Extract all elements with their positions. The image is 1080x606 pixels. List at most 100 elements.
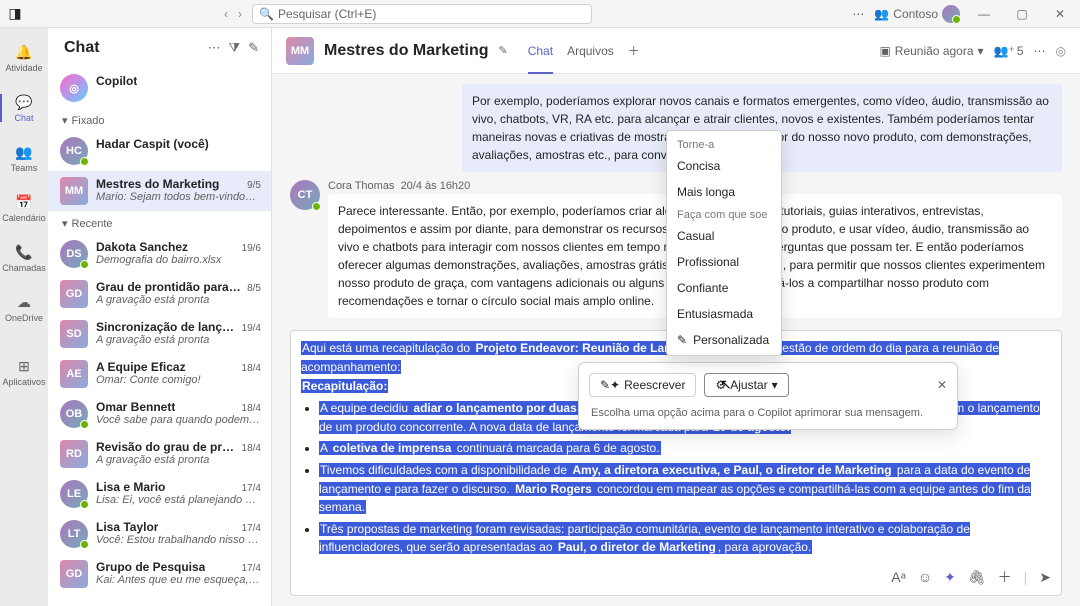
rail-onedrive[interactable]: ☁OneDrive xyxy=(0,284,48,332)
chat-item-recent[interactable]: SD Sincronização de lançamento da Ma...1… xyxy=(48,314,271,354)
chat-item-name: Mestres do Marketing xyxy=(96,177,219,191)
copilot-close-button[interactable]: ✕ xyxy=(937,378,947,392)
chat-list-more-button[interactable]: ⋯ xyxy=(207,40,220,56)
more-icon[interactable]: ⋯ xyxy=(1034,44,1046,58)
conversation-panel: MM Mestres do Marketing ✎ Chat Arquivos … xyxy=(272,28,1080,606)
chat-item-preview: Demografia do bairro.xlsx xyxy=(96,254,261,266)
sparkle-pen-icon: ✎✦ xyxy=(600,378,620,392)
participants-button[interactable]: 👥⁺5 xyxy=(994,44,1024,58)
chat-item-recent[interactable]: RD Revisão do grau de prontidão para o..… xyxy=(48,434,271,474)
rail-activity[interactable]: 🔔Atividade xyxy=(0,34,48,82)
pinned-section-label: ▾Fixado xyxy=(48,108,271,131)
sliders-icon: ⚙ xyxy=(715,378,726,392)
chat-item-ts: 17/4 xyxy=(242,563,261,574)
chat-item-pinned[interactable]: MM Mestres do Marketing9/5Mario: Sejam t… xyxy=(48,171,271,211)
adjust-option-enthusiastic[interactable]: Entusiasmada xyxy=(667,301,781,327)
chat-icon: 💬 xyxy=(15,93,33,111)
copilot-rewrite-button[interactable]: ✎✦Reescrever xyxy=(589,373,696,397)
people-add-icon: 👥⁺ xyxy=(994,44,1015,58)
tab-add[interactable]: ＋ xyxy=(628,28,640,73)
chat-item-name: Grupo de Pesquisa xyxy=(96,560,205,574)
chat-item-ts: 18/4 xyxy=(242,443,261,454)
avatar: AE xyxy=(60,360,88,388)
chat-item-name: Omar Bennett xyxy=(96,400,175,414)
adjust-option-professional[interactable]: Profissional xyxy=(667,249,781,275)
chat-item-recent[interactable]: OB Omar Bennett18/4Você sabe para quando… xyxy=(48,394,271,434)
chat-item-pinned[interactable]: HC Hadar Caspit (você) xyxy=(48,131,271,171)
window-close-button[interactable]: ✕ xyxy=(1046,7,1074,21)
more-icon[interactable]: ⋯ xyxy=(852,7,864,21)
tab-files[interactable]: Arquivos xyxy=(567,28,614,73)
new-chat-button[interactable]: ✎ xyxy=(248,40,259,56)
rail-label: Aplicativos xyxy=(2,377,45,387)
rail-label: Calendário xyxy=(2,213,46,223)
window-maximize-button[interactable]: ▢ xyxy=(1008,7,1036,21)
chat-item-name: Lisa Taylor xyxy=(96,520,158,534)
rail-calls[interactable]: 📞Chamadas xyxy=(0,234,48,282)
chat-item-preview: A gravação está pronta xyxy=(96,454,261,466)
chat-item-ts: 17/4 xyxy=(242,523,261,534)
send-button[interactable]: ➤ xyxy=(1039,569,1051,586)
nav-forward-button[interactable]: › xyxy=(238,7,242,21)
pencil-icon: ✎ xyxy=(677,333,687,347)
video-icon: ▣ xyxy=(879,44,890,58)
rail-label: Teams xyxy=(11,163,38,173)
emoji-icon[interactable]: ☺ xyxy=(918,569,932,585)
apps-icon: ⊞ xyxy=(15,357,33,375)
plus-icon[interactable]: ＋ xyxy=(998,567,1012,587)
chat-item-recent[interactable]: GD Grupo de Pesquisa 17/4Kai: Antes que e… xyxy=(48,554,271,594)
avatar: GD xyxy=(60,280,88,308)
nav-back-button[interactable]: ‹ xyxy=(224,7,228,21)
format-icon[interactable]: Aᵃ xyxy=(891,569,906,585)
avatar: GD xyxy=(60,560,88,588)
tab-chat[interactable]: Chat xyxy=(528,28,553,73)
compose-toolbar: Aᵃ ☺ ✦ 🖇 ＋ | ➤ xyxy=(301,567,1051,587)
avatar: DS xyxy=(60,240,88,268)
app-rail: 🔔Atividade 💬Chat 👥 Teams 📅Calendário 📞Cha… xyxy=(0,28,48,606)
teams-icon: 👥 xyxy=(15,143,33,161)
meet-now-button[interactable]: ▣Reunião agora▾ xyxy=(879,44,983,58)
rail-teams[interactable]: 👥 Teams xyxy=(0,134,48,182)
conversation-header: MM Mestres do Marketing ✎ Chat Arquivos … xyxy=(272,28,1080,74)
bell-icon: 🔔 xyxy=(15,43,33,61)
copilot-compose-icon[interactable]: ✦ xyxy=(944,569,956,586)
chevron-down-icon: ▾ xyxy=(772,378,778,392)
rail-chat[interactable]: 💬Chat xyxy=(0,84,48,132)
avatar: MM xyxy=(60,177,88,205)
chat-item-copilot[interactable]: ◎ Copilot xyxy=(48,68,271,108)
message-author: Cora Thomas xyxy=(328,180,394,192)
adjust-option-longer[interactable]: Mais longa xyxy=(667,179,781,205)
org-switcher[interactable]: 👥 Contoso xyxy=(874,5,960,23)
conversation-title: Mestres do Marketing xyxy=(324,42,488,60)
adjust-option-confident[interactable]: Confiante xyxy=(667,275,781,301)
chat-item-recent[interactable]: DS Dakota Sanchez19/6Demografia do bairr… xyxy=(48,234,271,274)
adjust-option-custom[interactable]: ✎Personalizada xyxy=(667,327,781,353)
people-icon: 👥 xyxy=(874,7,889,21)
copilot-icon[interactable]: ◎ xyxy=(1056,44,1066,58)
chat-item-preview: Omar: Conte comigo! xyxy=(96,374,261,386)
chat-item-preview: A gravação está pronta xyxy=(96,334,261,346)
global-search-input[interactable]: 🔍 Pesquisar (Ctrl+E) xyxy=(252,4,592,24)
chat-item-recent[interactable]: LE Lisa e Mario17/4Lisa: Ei, você está p… xyxy=(48,474,271,514)
attach-icon[interactable]: 🖇 xyxy=(968,569,986,586)
chevron-down-icon: ▾ xyxy=(62,114,68,127)
chat-list-filter-button[interactable]: ⧩ xyxy=(228,40,240,56)
chat-item-recent[interactable]: GD Grau de prontidão para lançament...8/… xyxy=(48,274,271,314)
rail-apps[interactable]: ⊞ Aplicativos xyxy=(0,348,48,396)
chat-item-ts: 19/4 xyxy=(242,323,261,334)
rail-calendar[interactable]: 📅Calendário xyxy=(0,184,48,232)
avatar: SD xyxy=(60,320,88,348)
chat-item-name: Revisão do grau de prontidão para o... xyxy=(96,440,238,454)
adjust-option-casual[interactable]: Casual xyxy=(667,223,781,249)
window-minimize-button[interactable]: — xyxy=(970,7,998,21)
rename-icon[interactable]: ✎ xyxy=(498,44,507,57)
chat-item-recent[interactable]: LT Lisa Taylor17/4Você: Estou trabalhand… xyxy=(48,514,271,554)
chat-item-preview: Kai: Antes que eu me esqueça, aqui está … xyxy=(96,574,261,586)
chat-item-preview: Você sabe para quando podemos esperar a … xyxy=(96,414,261,426)
adjust-dropdown: Torne-a Concisa Mais longa Faça com que … xyxy=(666,130,782,356)
adjust-group-label: Torne-a xyxy=(667,135,781,153)
copilot-adjust-button[interactable]: ⚙Ajustar▾ xyxy=(704,373,788,397)
chat-item-recent[interactable]: AE A Equipe Eficaz18/4Omar: Conte comigo… xyxy=(48,354,271,394)
adjust-option-concise[interactable]: Concisa xyxy=(667,153,781,179)
org-label: Contoso xyxy=(893,7,938,21)
